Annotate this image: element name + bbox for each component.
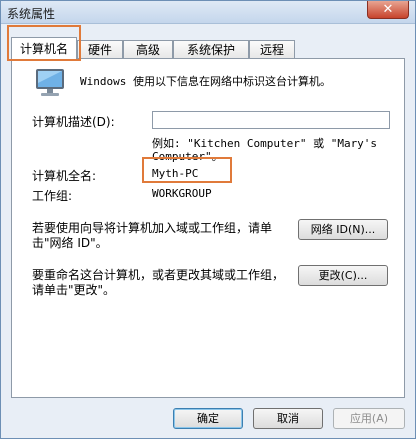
system-properties-window: 系统属性 ✕ 计算机名 硬件 高级 系统保护 远程 Windows 使用以下信息… — [0, 0, 416, 439]
rename-text-line2: 请单击"更改"。 — [32, 283, 116, 297]
tab-hardware[interactable]: 硬件 — [77, 40, 123, 59]
workgroup-value: WORKGROUP — [152, 187, 212, 200]
ok-button[interactable]: 确定 — [173, 408, 243, 429]
cancel-button[interactable]: 取消 — [253, 408, 323, 429]
tab-computer-name[interactable]: 计算机名 — [11, 37, 77, 60]
tab-system-protection[interactable]: 系统保护 — [173, 40, 249, 59]
change-button[interactable]: 更改(C)... — [298, 265, 388, 286]
workgroup-label: 工作组: — [32, 189, 73, 203]
computer-name-panel: Windows 使用以下信息在网络中标识这台计算机。 计算机描述(D): 例如:… — [11, 58, 405, 398]
network-id-text-line2: 击"网络 ID"。 — [32, 236, 108, 250]
computer-monitor-icon — [36, 69, 64, 96]
description-label: 计算机描述(D): — [32, 115, 115, 129]
window-title: 系统属性 — [7, 7, 56, 21]
close-button[interactable]: ✕ — [367, 1, 409, 19]
title-bar[interactable]: 系统属性 ✕ — [1, 1, 415, 24]
full-name-value: Myth-PC — [152, 167, 199, 180]
tab-remote[interactable]: 远程 — [249, 40, 295, 59]
network-id-button[interactable]: 网络 ID(N)... — [298, 219, 388, 240]
apply-button[interactable]: 应用(A) — [333, 408, 405, 429]
tab-advanced[interactable]: 高级 — [123, 40, 173, 59]
full-name-label: 计算机全名: — [32, 169, 97, 183]
description-input[interactable] — [152, 111, 390, 129]
description-example-line2: Computer"。 — [152, 150, 223, 163]
intro-text: Windows 使用以下信息在网络中标识这台计算机。 — [80, 75, 331, 88]
